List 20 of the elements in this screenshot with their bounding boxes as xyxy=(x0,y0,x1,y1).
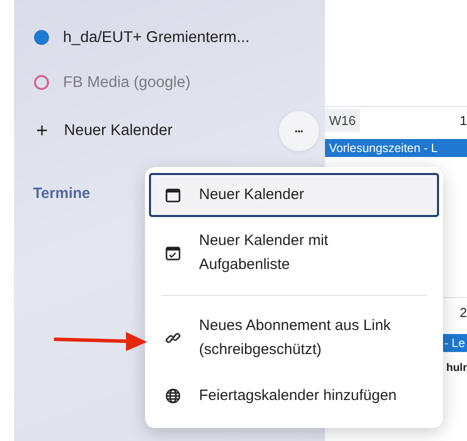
menu-item[interactable]: Neuer Kalender mit Aufgabenliste xyxy=(149,219,439,287)
week-number: W16 xyxy=(325,108,360,132)
day-number: 1 xyxy=(460,112,467,128)
section-title: Termine xyxy=(33,185,90,202)
menu-item[interactable]: Neues Abonnement aus Link (schreibgeschützt) xyxy=(149,304,439,372)
plus-icon[interactable]: + xyxy=(34,120,50,142)
globe-icon xyxy=(165,388,181,404)
day-number: 2 xyxy=(460,304,467,320)
link-icon xyxy=(165,330,181,346)
calendar-name[interactable]: h_da/EUT+ Gremienterm... xyxy=(63,28,250,46)
calendar-check-icon xyxy=(165,245,181,261)
event-text[interactable]: hulr xyxy=(446,362,467,374)
event-bar[interactable]: Vorlesungszeiten - L xyxy=(325,139,467,157)
calendar-color-dot[interactable] xyxy=(34,75,49,90)
calendar-icon xyxy=(165,187,181,203)
menu-item[interactable]: Neuer Kalender xyxy=(149,173,439,217)
calendar-color-dot[interactable] xyxy=(34,30,49,45)
more-button[interactable]: ••• xyxy=(279,111,319,151)
menu-item[interactable]: Feiertagskalender hinzufügen xyxy=(149,374,439,418)
new-calendar-link[interactable]: Neuer Kalender xyxy=(64,122,173,140)
